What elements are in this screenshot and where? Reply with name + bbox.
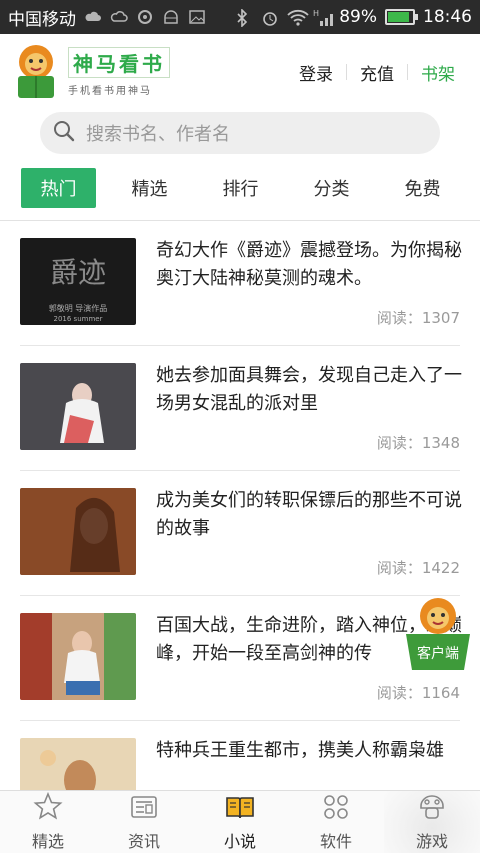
nav-games[interactable]: 游戏	[384, 791, 480, 853]
search-icon	[52, 119, 76, 147]
nav-label: 精选	[31, 832, 64, 851]
game-icon	[417, 792, 447, 826]
lion-mascot-logo	[12, 42, 60, 102]
book-title: 她去参加面具舞会，发现自己走入了一场男女混乱的派对里	[156, 365, 462, 414]
category-tabs: 热门 精选 排行 分类 免费	[0, 166, 480, 210]
image-icon	[188, 9, 206, 25]
book-cover	[20, 613, 136, 700]
svg-text:H: H	[313, 9, 319, 18]
alarm-icon	[261, 9, 279, 26]
search-input[interactable]: 搜索书名、作者名	[40, 112, 440, 154]
list-item[interactable]: 成为美女们的转职保镖后的那些不可说的故事 阅读：1422	[20, 471, 462, 596]
logo-subtitle: 手机看书用神马	[68, 86, 152, 97]
list-item[interactable]: 她去参加面具舞会，发现自己走入了一场男女混乱的派对里 阅读：1348	[20, 346, 462, 471]
logo-title: 神马看书	[68, 47, 170, 78]
book-icon	[225, 792, 255, 826]
bluetooth-icon	[235, 8, 253, 28]
nav-label: 游戏	[415, 832, 448, 851]
book-cover: 爵迹 郭敬明 导演作品 2016 summer	[20, 238, 136, 325]
search-placeholder: 搜索书名、作者名	[86, 124, 230, 145]
sync-icon	[136, 9, 154, 25]
cover-year: 2016 summer	[54, 315, 103, 323]
cover-title: 爵迹	[50, 256, 106, 289]
nav-label: 资讯	[127, 832, 160, 851]
weather-icon	[110, 9, 128, 25]
login-link[interactable]: 登录	[286, 60, 346, 85]
tab-category[interactable]: 分类	[294, 168, 369, 208]
tab-ranking[interactable]: 排行	[203, 168, 278, 208]
book-cover	[20, 488, 136, 575]
news-icon	[129, 792, 159, 826]
nav-apps[interactable]: 软件	[288, 791, 384, 853]
clock: 18:46	[423, 7, 472, 27]
list-item[interactable]: 爵迹 郭敬明 导演作品 2016 summer 奇幻大作《爵迹》震撼登场。为你揭…	[20, 221, 462, 346]
logo: 神马看书 手机看书用神马	[68, 47, 170, 97]
battery-icon	[385, 9, 418, 25]
list-item[interactable]: 特种兵王重生都市，携美人称霸枭雄	[20, 721, 460, 791]
nav-featured[interactable]: 精选	[0, 791, 96, 853]
nav-novels[interactable]: 小说	[192, 791, 288, 853]
bookshelf-link[interactable]: 书架	[408, 60, 468, 85]
tab-featured[interactable]: 精选	[112, 168, 187, 208]
list-item[interactable]: 百国大战，生命进阶，踏入神位，凌巅峰，开始一段至高剑神的传 阅读：1164	[20, 596, 462, 721]
book-title: 特种兵王重生都市，携美人称霸枭雄	[156, 740, 444, 761]
book-list: 爵迹 郭敬明 导演作品 2016 summer 奇幻大作《爵迹》震撼登场。为你揭…	[0, 221, 480, 791]
status-bar: 中国移动 H 89% 18:46	[0, 0, 480, 34]
read-count: 阅读：1422	[376, 559, 460, 577]
star-icon	[33, 791, 63, 826]
wifi-icon	[287, 9, 309, 26]
cover-credit: 郭敬明 导演作品	[49, 303, 108, 313]
apps-icon	[321, 792, 351, 826]
tab-free[interactable]: 免费	[385, 168, 460, 208]
nav-news[interactable]: 资讯	[96, 791, 192, 853]
signal-icon: H	[313, 9, 334, 26]
cloud-icon	[84, 9, 102, 25]
tab-hot[interactable]: 热门	[21, 168, 96, 208]
book-cover	[20, 363, 136, 450]
bottom-nav: 精选 资讯 小说 软件 游戏	[0, 790, 480, 853]
nav-label: 小说	[223, 832, 256, 851]
battery-percent: 89%	[339, 7, 377, 27]
book-cover	[20, 738, 136, 791]
read-count: 阅读：1348	[376, 434, 460, 452]
app-header: 神马看书 手机看书用神马 登录 充值 书架	[0, 34, 480, 110]
client-button-label: 客户端	[417, 645, 459, 662]
nav-label: 软件	[319, 832, 352, 851]
recharge-link[interactable]: 充值	[347, 60, 407, 85]
read-count: 阅读：1164	[376, 684, 460, 702]
book-title: 成为美女们的转职保镖后的那些不可说的故事	[156, 490, 462, 539]
carrier-label: 中国移动	[8, 9, 76, 30]
android-icon	[162, 9, 180, 25]
read-count: 阅读：1307	[376, 309, 460, 327]
client-download-button[interactable]: 客户端	[404, 596, 472, 676]
book-title: 奇幻大作《爵迹》震撼登场。为你揭秘奥汀大陆神秘莫测的魂术。	[156, 240, 462, 289]
header-links: 登录 充值 书架	[286, 60, 468, 85]
